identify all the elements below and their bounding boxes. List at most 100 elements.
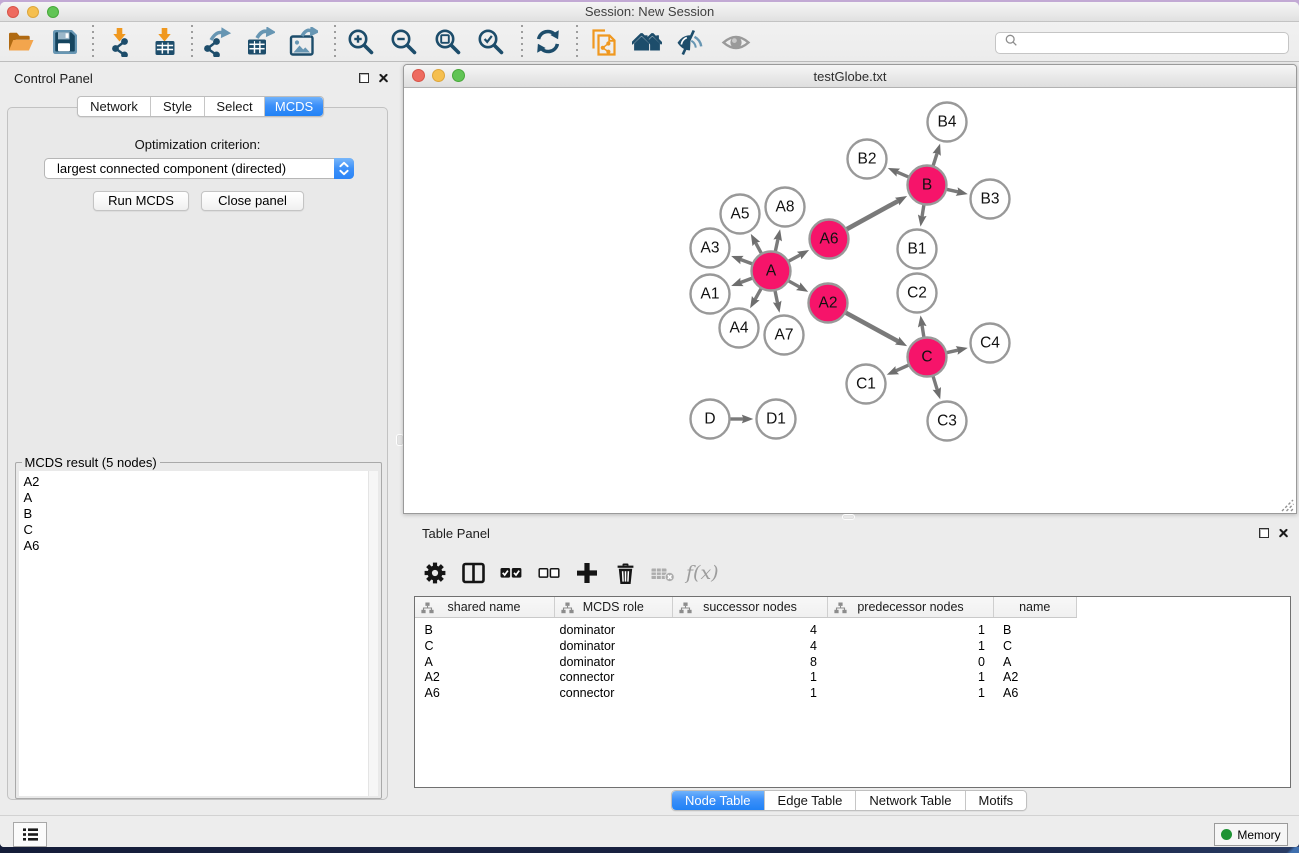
trash-icon[interactable] (606, 558, 644, 588)
zoom-in-icon[interactable] (343, 24, 379, 60)
tab-motifs[interactable]: Motifs (966, 791, 1027, 810)
mcds-result-item[interactable]: A6 (19, 538, 378, 554)
graph-node-label-C2: C2 (907, 284, 927, 301)
control-panel-float-icon[interactable] (359, 73, 369, 83)
split-column-icon[interactable] (454, 558, 492, 588)
function-builder-button[interactable]: f(x) (682, 562, 719, 584)
status-menu-button[interactable] (13, 822, 47, 847)
plus-icon[interactable] (568, 558, 606, 588)
zoom-fit-icon[interactable] (430, 24, 466, 60)
delete-table-icon[interactable] (644, 558, 682, 588)
run-mcds-button[interactable]: Run MCDS (93, 191, 189, 211)
search-box[interactable] (995, 32, 1289, 54)
mcds-result-list[interactable]: A2ABCA6 (19, 471, 378, 796)
tab-edge-table[interactable]: Edge Table (765, 791, 857, 810)
column-header-successor-nodes[interactable]: successor nodes (673, 597, 828, 617)
toolbar-separator (191, 25, 193, 59)
hide-unselected-icon[interactable] (672, 24, 708, 60)
export-image-icon[interactable] (285, 24, 321, 60)
mcds-result-item[interactable]: C (19, 522, 378, 538)
home-icon[interactable] (629, 24, 665, 60)
table-cell: 1 (673, 670, 828, 686)
graph-edge-A-A7[interactable] (775, 290, 778, 304)
search-input[interactable] (1019, 36, 1288, 50)
table-cell: connector (555, 670, 674, 686)
search-icon (1004, 33, 1019, 53)
select-all-checkboxes-icon[interactable] (492, 558, 530, 588)
zoom-out-icon[interactable] (386, 24, 422, 60)
toolbar-separator (92, 25, 94, 59)
graph-edge-A-A6[interactable] (789, 254, 802, 261)
table-row[interactable]: A2connector11A2 (415, 670, 1290, 686)
mcds-result-item[interactable]: B (19, 506, 378, 522)
graph-node-label-A7: A7 (775, 326, 794, 343)
close-panel-button[interactable]: Close panel (201, 191, 304, 211)
table-cell: dominator (555, 639, 674, 655)
graph-edge-A-A5[interactable] (755, 241, 762, 253)
save-icon[interactable] (47, 24, 83, 60)
graph-edge-A2-C[interactable] (846, 312, 900, 342)
graph-edge-A-A2[interactable] (788, 280, 800, 287)
open-icon[interactable] (3, 24, 39, 60)
graph-edge-A-A3[interactable] (739, 259, 752, 264)
tab-select[interactable]: Select (205, 97, 265, 116)
graph-edge-C-C4[interactable] (947, 349, 960, 352)
refresh-icon[interactable] (530, 24, 566, 60)
import-network-icon[interactable] (103, 24, 139, 60)
column-header-MCDS-role[interactable]: MCDS role (555, 597, 674, 617)
mcds-result-item[interactable]: A (19, 490, 378, 506)
result-list-scrollbar[interactable] (368, 471, 378, 796)
table-cell: dominator (555, 655, 674, 671)
tab-node-table[interactable]: Node Table (672, 791, 765, 810)
tab-style[interactable]: Style (151, 97, 205, 116)
graph-edge-C-C3[interactable] (933, 376, 938, 391)
window-resize-grip-icon[interactable] (1281, 499, 1295, 512)
network-graph-canvas[interactable]: B4B2BB3A8A5A6A3B1AA1C2A2A4A7C4CC1C3DD1 (404, 89, 1296, 514)
tab-network[interactable]: Network (78, 97, 151, 116)
control-panel: Control Panel NetworkStyleSelectMCDS Opt… (0, 62, 395, 815)
table-row[interactable]: Adominator80A (415, 655, 1290, 671)
table-cell: 0 (828, 655, 994, 671)
criterion-dropdown[interactable]: largest connected component (directed) (44, 158, 354, 179)
memory-button[interactable]: Memory (1214, 823, 1288, 846)
column-header-shared-name[interactable]: shared name (415, 597, 555, 617)
table-panel-float-icon[interactable] (1259, 528, 1269, 538)
zoom-selected-icon[interactable] (473, 24, 509, 60)
graph-edge-C-C1[interactable] (895, 365, 909, 371)
dropdown-stepper-icon[interactable] (334, 158, 354, 179)
deselect-all-checkboxes-icon[interactable] (530, 558, 568, 588)
graph-node-label-C3: C3 (937, 412, 957, 429)
show-all-icon[interactable] (718, 24, 754, 60)
gear-icon[interactable] (416, 558, 454, 588)
table-cell: 4 (673, 639, 828, 655)
export-network-icon[interactable] (199, 24, 235, 60)
graph-edge-C-C2[interactable] (922, 323, 924, 336)
clone-network-icon[interactable] (586, 24, 622, 60)
control-panel-title: Control Panel (14, 71, 93, 86)
export-table-icon[interactable] (242, 24, 278, 60)
graph-edge-A-A4[interactable] (754, 288, 761, 300)
mcds-result-item[interactable]: A2 (19, 474, 378, 490)
memory-label: Memory (1237, 828, 1280, 842)
table-row[interactable]: Cdominator41C (415, 639, 1290, 655)
control-panel-close-icon[interactable] (378, 72, 389, 83)
graph-edge-A6-B[interactable] (847, 200, 900, 229)
graph-edge-B-B2[interactable] (896, 171, 909, 177)
node-table-body: Bdominator41BCdominator41CAdominator80AA… (415, 623, 1290, 702)
graph-edge-B-B4[interactable] (933, 151, 938, 165)
import-table-icon[interactable] (147, 24, 183, 60)
tab-network-table[interactable]: Network Table (856, 791, 965, 810)
column-header-predecessor-nodes[interactable]: predecessor nodes (828, 597, 994, 617)
graph-edge-A-A1[interactable] (739, 278, 752, 283)
graph-edge-A-A8[interactable] (775, 237, 778, 251)
graph-node-label-A1: A1 (701, 285, 720, 302)
table-row[interactable]: Bdominator41B (415, 623, 1290, 639)
table-row[interactable]: A6connector11A6 (415, 686, 1290, 702)
graph-edge-B-B1[interactable] (922, 204, 924, 217)
table-panel-close-icon[interactable] (1278, 527, 1289, 538)
tab-mcds[interactable]: MCDS (265, 97, 323, 116)
graph-node-label-C4: C4 (980, 334, 1000, 351)
graph-edge-B-B3[interactable] (947, 189, 960, 192)
column-header-name[interactable]: name (994, 597, 1077, 617)
table-cell: B (994, 623, 1077, 639)
